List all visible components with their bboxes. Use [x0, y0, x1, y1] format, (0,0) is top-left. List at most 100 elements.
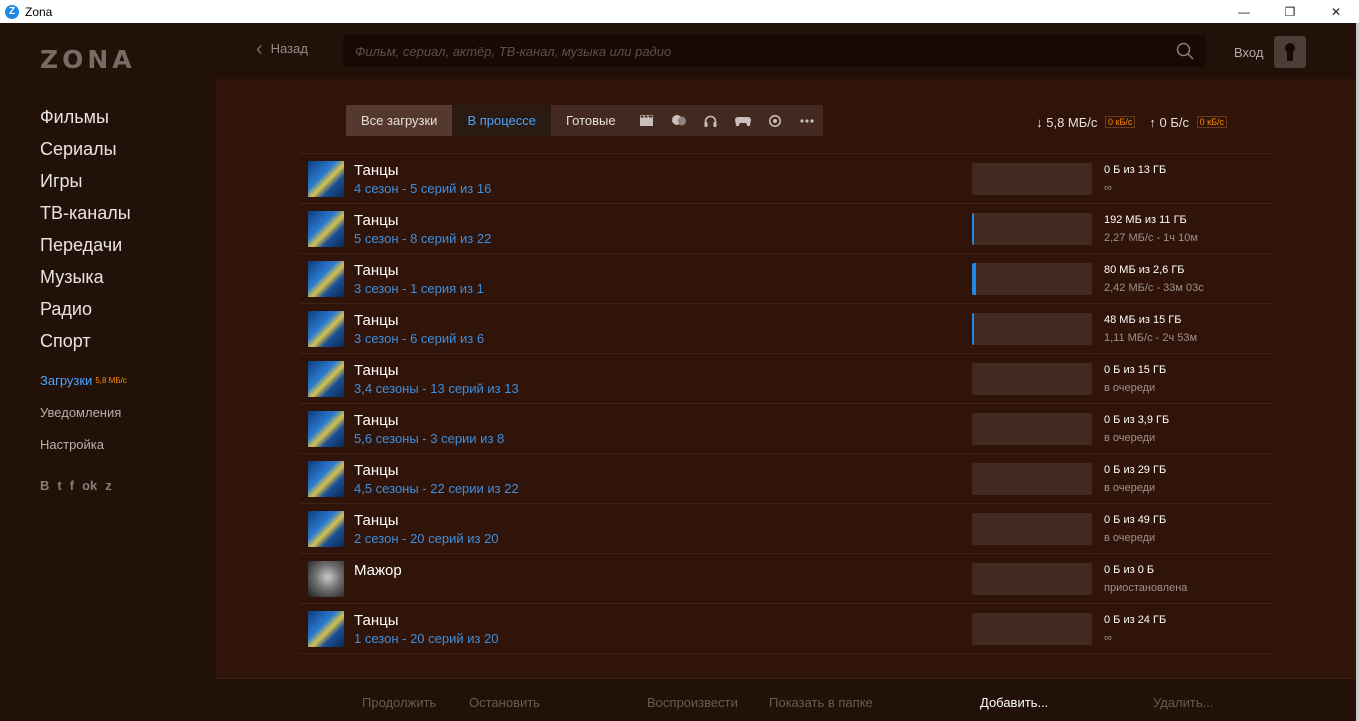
download-title: Танцы — [354, 612, 399, 629]
download-title: Мажор — [354, 562, 402, 579]
download-speed[interactable]: ↓ 5,8 МБ/с 0 кБ/с — [1036, 115, 1136, 130]
download-episodes[interactable]: 5,6 сезоны - 3 серии из 8 — [354, 431, 504, 446]
sidebar-item-series[interactable]: Сериалы — [40, 137, 131, 169]
vk-icon[interactable]: B — [40, 478, 49, 493]
theater-icon[interactable] — [663, 105, 695, 136]
close-button[interactable]: ✕ — [1313, 0, 1359, 23]
sidebar-item-music[interactable]: Музыка — [40, 265, 131, 297]
odnoklassniki-icon[interactable]: ok — [82, 478, 97, 493]
header: ‹ Назад Вход — [216, 23, 1359, 79]
download-progress-bar — [972, 613, 1092, 645]
sidebar-item-games[interactable]: Игры — [40, 169, 131, 201]
sidebar-item-sport[interactable]: Спорт — [40, 329, 131, 361]
download-progress-bar — [972, 463, 1092, 495]
download-episodes[interactable]: 3 сезон - 6 серий из 6 — [354, 331, 484, 346]
download-status: в очереди — [1104, 382, 1156, 394]
download-title: Танцы — [354, 262, 399, 279]
sidebar-item-tv-channels[interactable]: ТВ-каналы — [40, 201, 131, 233]
upload-arrow-icon: ↑ — [1149, 115, 1156, 130]
download-progress-bar — [972, 263, 1092, 295]
sidebar-item-shows[interactable]: Передачи — [40, 233, 131, 265]
minimize-button[interactable]: — — [1221, 0, 1267, 23]
download-progress-bar — [972, 313, 1092, 345]
download-row[interactable]: Танцы 3 сезон - 1 серия из 1 80 МБ из 2,6 … — [300, 254, 1272, 304]
tab-in-progress[interactable]: В процессе — [452, 105, 551, 136]
more-icon[interactable] — [791, 105, 823, 136]
download-progress-fill — [972, 213, 974, 245]
sidebar-item-notifications[interactable]: Уведомления — [40, 404, 127, 436]
continue-button[interactable]: Продолжить — [362, 695, 436, 710]
download-status: в очереди — [1104, 432, 1156, 444]
play-button[interactable]: Воспроизвести — [647, 695, 738, 710]
sidebar-item-radio[interactable]: Радио — [40, 297, 131, 329]
download-row[interactable]: Танцы 3,4 сезоны - 13 серий из 13 0 Б из 1… — [300, 354, 1272, 404]
search-icon[interactable] — [1176, 42, 1194, 60]
download-limit: 0 кБ/с — [1105, 116, 1136, 128]
download-title: Танцы — [354, 162, 399, 179]
download-speed-value: 5,8 МБ/с — [1046, 115, 1098, 130]
headphones-icon[interactable] — [695, 105, 727, 136]
transfer-speeds: ↓ 5,8 МБ/с 0 кБ/с ↑ 0 Б/с 0 кБ/с — [1036, 115, 1227, 130]
maximize-button[interactable]: ❐ — [1267, 0, 1313, 23]
download-thumbnail — [308, 611, 344, 647]
download-tabs: Все загрузки В процессе Готовые — [346, 105, 823, 136]
add-button[interactable]: Добавить... — [980, 695, 1048, 710]
sidebar-item-films[interactable]: Фильмы — [40, 105, 131, 137]
show-in-folder-button[interactable]: Показать в папке — [769, 695, 873, 710]
download-size: 0 Б из 13 ГБ — [1104, 164, 1167, 176]
download-row[interactable]: Танцы 5,6 сезоны - 3 серии из 8 0 Б из 3,9… — [300, 404, 1272, 454]
action-bar: Продолжить Остановить Воспроизвести Пока… — [216, 678, 1359, 721]
download-episodes[interactable]: 3 сезон - 1 серия из 1 — [354, 281, 484, 296]
download-episodes[interactable]: 1 сезон - 20 серий из 20 — [354, 631, 499, 646]
download-episodes[interactable]: 4 сезон - 5 серий из 16 — [354, 181, 491, 196]
download-status: ∞ — [1104, 632, 1112, 644]
search-input[interactable] — [355, 43, 1175, 59]
film-icon[interactable] — [631, 105, 663, 136]
sidebar-item-settings[interactable]: Настройка — [40, 436, 127, 468]
download-progress-bar — [972, 563, 1092, 595]
download-progress-bar — [972, 513, 1092, 545]
download-row[interactable]: Танцы 4,5 сезоны - 22 серии из 22 0 Б из 2… — [300, 454, 1272, 504]
download-arrow-icon: ↓ — [1036, 115, 1043, 130]
back-button[interactable]: ‹ Назад — [256, 39, 308, 59]
download-size: 0 Б из 49 ГБ — [1104, 514, 1167, 526]
download-thumbnail — [308, 161, 344, 197]
download-row[interactable]: Танцы 3 сезон - 6 серий из 6 48 МБ из 15 Г… — [300, 304, 1272, 354]
download-episodes[interactable]: 2 сезон - 20 серий из 20 — [354, 531, 499, 546]
download-episodes[interactable]: 5 сезон - 8 серий из 22 — [354, 231, 491, 246]
download-progress-fill — [972, 313, 974, 345]
download-title: Танцы — [354, 512, 399, 529]
facebook-icon[interactable]: f — [70, 478, 74, 493]
download-progress-fill — [972, 263, 976, 295]
download-list: Танцы 4 сезон - 5 серий из 16 0 Б из 13 ГБ… — [300, 153, 1272, 654]
avatar[interactable] — [1274, 36, 1306, 68]
login-link[interactable]: Вход — [1234, 45, 1263, 60]
download-progress-bar — [972, 213, 1092, 245]
stop-button[interactable]: Остановить — [469, 695, 540, 710]
download-title: Танцы — [354, 412, 399, 429]
download-episodes[interactable]: 4,5 сезоны - 22 серии из 22 — [354, 481, 519, 496]
download-row[interactable]: Танцы 4 сезон - 5 серий из 16 0 Б из 13 ГБ… — [300, 154, 1272, 204]
gamepad-icon[interactable] — [727, 105, 759, 136]
tab-ready[interactable]: Готовые — [551, 105, 631, 136]
download-row[interactable]: Танцы 1 сезон - 20 серий из 20 0 Б из 24 Г… — [300, 604, 1272, 654]
tab-all-downloads[interactable]: Все загрузки — [346, 105, 453, 136]
sidebar-item-downloads[interactable]: Загрузки 5,8 МБ/с — [40, 372, 127, 404]
download-progress-bar — [972, 163, 1092, 195]
sidebar-main-nav: Фильмы Сериалы Игры ТВ-каналы Передачи М… — [40, 105, 131, 361]
search-box — [343, 35, 1206, 67]
zona-social-icon[interactable]: z — [105, 478, 112, 493]
delete-button[interactable]: Удалить... — [1153, 695, 1213, 710]
downloads-panel: Все загрузки В процессе Готовые ↓ 5,8 МБ… — [216, 79, 1359, 678]
zona-logo[interactable]: ZONA — [40, 45, 136, 74]
download-size: 0 Б из 24 ГБ — [1104, 614, 1167, 626]
twitter-icon[interactable]: t — [57, 478, 61, 493]
download-row[interactable]: Мажор 0 Б из 0 Б приостановлена — [300, 554, 1272, 604]
ball-icon[interactable] — [759, 105, 791, 136]
upload-speed[interactable]: ↑ 0 Б/с 0 кБ/с — [1149, 115, 1227, 130]
download-status: в очереди — [1104, 482, 1156, 494]
download-row[interactable]: Танцы 2 сезон - 20 серий из 20 0 Б из 49 Г… — [300, 504, 1272, 554]
download-size: 0 Б из 15 ГБ — [1104, 364, 1167, 376]
download-episodes[interactable]: 3,4 сезоны - 13 серий из 13 — [354, 381, 519, 396]
download-row[interactable]: Танцы 5 сезон - 8 серий из 22 192 МБ из 11… — [300, 204, 1272, 254]
